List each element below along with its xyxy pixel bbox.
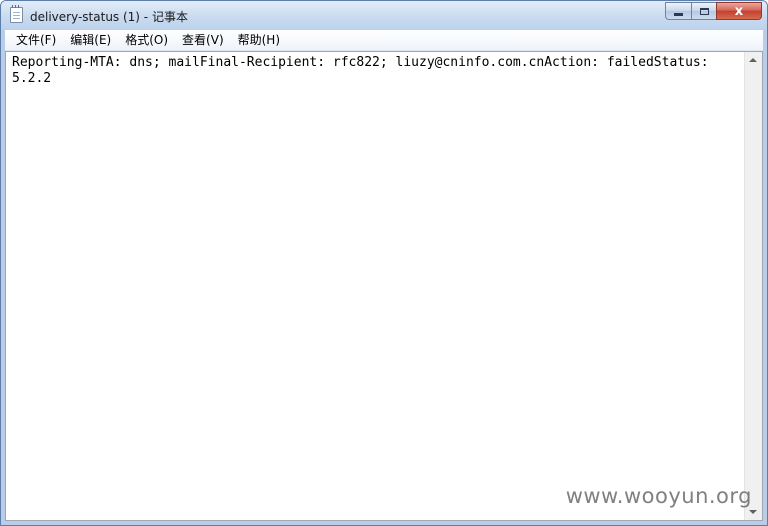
menu-view[interactable]: 查看(V) (176, 30, 230, 50)
window-title: delivery-status (1) - 记事本 (30, 10, 188, 24)
maximize-icon (699, 7, 709, 15)
watermark: www.wooyun.org (565, 484, 752, 508)
minimize-button[interactable] (665, 2, 691, 20)
close-icon: x (734, 3, 744, 19)
minimize-icon (674, 12, 683, 16)
notepad-icon[interactable] (10, 5, 23, 23)
scroll-down-icon[interactable] (749, 510, 757, 514)
text-editor[interactable]: Reporting-MTA: dns; mailFinal-Recipient:… (5, 51, 763, 521)
menu-format[interactable]: 格式(O) (119, 30, 174, 50)
vertical-scrollbar[interactable] (744, 52, 762, 520)
title-bar[interactable]: delivery-status (1) - 记事本 x (1, 1, 767, 30)
maximize-button[interactable] (691, 2, 716, 20)
caption-buttons: x (665, 2, 762, 21)
menu-edit[interactable]: 编辑(E) (64, 30, 117, 50)
editor-content[interactable]: Reporting-MTA: dns; mailFinal-Recipient:… (12, 55, 737, 87)
menu-file[interactable]: 文件(F) (10, 30, 62, 50)
close-button[interactable]: x (716, 2, 762, 20)
menu-help[interactable]: 帮助(H) (232, 30, 286, 50)
menu-bar: 文件(F) 编辑(E) 格式(O) 查看(V) 帮助(H) (5, 30, 763, 51)
notepad-window: delivery-status (1) - 记事本 x 文件(F) 编辑(E) … (0, 0, 768, 526)
scroll-up-icon[interactable] (749, 58, 757, 62)
